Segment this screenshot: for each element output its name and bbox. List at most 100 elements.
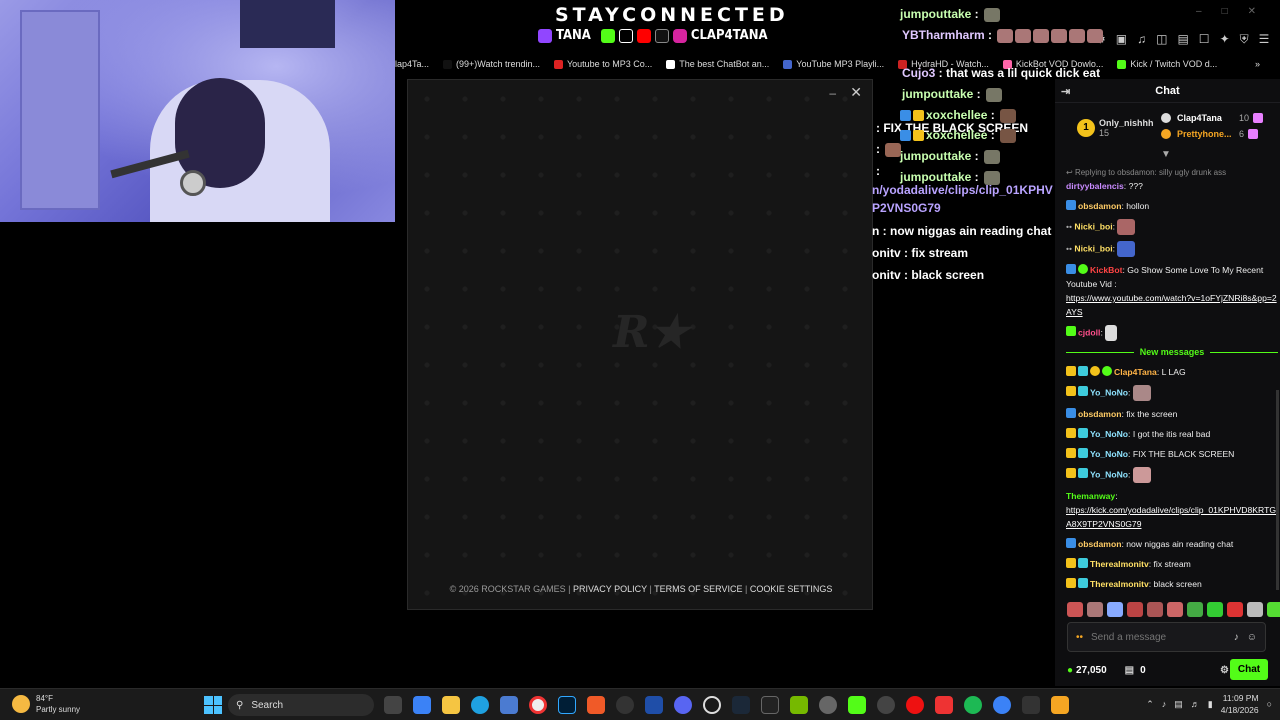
leaderboard-item[interactable]: Prettyhone... 6 [1161,129,1260,139]
gift-icon: ▤ [1124,664,1135,676]
emote-button[interactable] [1267,602,1280,617]
microphone-icon[interactable]: ♪ [1162,699,1167,709]
leader-count: 10 [1239,113,1250,123]
bookmark-item[interactable]: (99+)Watch trendin... [443,59,540,69]
chevron-up-icon[interactable]: ⌃ [1146,699,1154,710]
rockstar-launcher-icon[interactable] [1051,696,1069,714]
chat-input-box[interactable]: •• ♪ ☺ [1067,622,1266,652]
minimize-icon[interactable]: – [1196,6,1202,17]
photoshop-icon[interactable] [558,696,576,714]
battery-icon[interactable]: ▮ [1208,699,1213,710]
emote [1105,325,1118,341]
bookmark-item[interactable]: YouTube MP3 Playli... [783,59,884,69]
app-icon[interactable] [500,696,518,714]
opera-icon[interactable] [906,696,924,714]
taskbar: 84°F Partly sunny ⚲ Search ⌃ ♪ ▤ ♬ ▮ 11:… [0,688,1280,720]
taskbar-search[interactable]: ⚲ Search [228,694,374,716]
emote-button[interactable] [1227,602,1243,617]
music-icon[interactable]: ♫ [1137,32,1146,47]
sidebar-icon[interactable]: ◫ [1156,32,1167,47]
task-view-icon[interactable] [384,696,402,714]
shield-icon[interactable]: ⛨ [1240,32,1249,47]
bookmark-item[interactable]: Youtube to MP3 Co... [553,59,653,69]
emote-button[interactable] [1107,602,1123,617]
bookmark-item[interactable]: Kick / Twitch VOD d... [1117,59,1217,69]
discord-icon[interactable] [674,696,692,714]
chat-scrollbar[interactable] [1276,390,1279,590]
leader-name: Prettyhone... [1177,129,1232,139]
bookmarks-overflow-icon[interactable]: » [1255,59,1260,69]
bookmark-label: YouTube MP3 Playli... [796,59,885,69]
clock[interactable]: 11:09 PM 4/18/2026 [1221,692,1259,716]
edge-icon[interactable] [471,696,489,714]
close-icon[interactable]: ✕ [1248,6,1256,17]
weather-condition: Partly sunny [36,705,81,714]
terms-of-service-link[interactable]: TERMS OF SERVICE [654,584,742,594]
settings-icon[interactable]: ⚙ [1220,665,1229,676]
cookie-settings-link[interactable]: COOKIE SETTINGS [750,584,833,594]
rockstar-minimize-icon[interactable]: – [829,86,836,100]
emote-button[interactable] [1187,602,1203,617]
youtube-link[interactable]: https://www.youtube.com/watch?v=1oFYjZNR… [1066,293,1277,317]
chat-message: Clap4Tana: L LAG [1066,365,1278,379]
privacy-policy-link[interactable]: PRIVACY POLICY [573,584,647,594]
emote-button[interactable] [1067,602,1083,617]
maximize-icon[interactable]: □ [1222,6,1228,17]
emote-button[interactable] [1247,602,1263,617]
emote-button[interactable] [1167,602,1183,617]
emote-button[interactable] [1207,602,1223,617]
emoji-icon[interactable]: ☺ [1247,632,1257,643]
app-icon[interactable] [703,696,721,714]
leader-icon [1161,129,1171,139]
chat-message-input[interactable] [1091,631,1226,643]
nvidia-icon[interactable] [790,696,808,714]
obs-icon[interactable] [616,696,634,714]
app-icon[interactable] [993,696,1011,714]
bookmark-favicon-icon [1117,59,1127,69]
gift-count[interactable]: 0 [1140,665,1146,676]
4k-downloader-icon[interactable] [877,696,895,714]
kick-icon [600,28,615,43]
chat-message: Yo_NoNo: [1066,467,1278,483]
reader-icon[interactable]: ☐ [1199,32,1210,47]
overlay-chat-line: YBTharmharm : [902,28,1104,43]
notifications-icon[interactable]: ○ [1267,699,1272,709]
bookmark-item[interactable]: lap4Ta... [395,59,429,69]
weather-widget[interactable]: 84°F Partly sunny [12,693,80,715]
quick-emote-bar [1067,602,1280,617]
menu-icon[interactable]: ☰ [1259,32,1270,47]
rockstar-close-icon[interactable]: ✕ [850,84,862,101]
tab-search-icon[interactable]: ▣ [1116,32,1127,47]
steam-icon[interactable] [732,696,750,714]
emote-button[interactable] [1147,602,1163,617]
brave-icon[interactable] [587,696,605,714]
spotify-icon[interactable] [964,696,982,714]
wallet-icon[interactable]: ▤ [1177,32,1188,47]
start-button[interactable] [204,696,222,714]
collapse-chat-icon[interactable]: ⇥ [1061,85,1070,98]
bookmark-item[interactable]: The best ChatBot an... [666,59,769,69]
app-icon[interactable] [1022,696,1040,714]
settings-icon[interactable] [819,696,837,714]
bookmark-label: The best ChatBot an... [679,59,770,69]
bookmark-label: Youtube to MP3 Co... [566,59,653,69]
channel-points[interactable]: 27,050 [1076,665,1107,676]
top-gifter[interactable]: 1 Only_nishhh 15 [1077,118,1154,138]
volume-icon[interactable]: ♬ [1191,699,1200,709]
emote-button[interactable] [1087,602,1103,617]
epic-games-icon[interactable] [761,696,779,714]
app-icon[interactable] [935,696,953,714]
kick-app-icon[interactable] [848,696,866,714]
network-icon[interactable]: ▤ [1174,699,1183,710]
chrome-icon[interactable] [529,696,547,714]
send-chat-button[interactable]: Chat [1230,659,1268,680]
file-explorer-icon[interactable] [442,696,460,714]
app-icon[interactable] [645,696,663,714]
microphone-icon[interactable]: ♪ [1234,632,1239,643]
expand-leaderboard-icon[interactable]: ▼ [1161,149,1171,160]
leaderboard-item[interactable]: Clap4Tana 10 [1161,113,1265,123]
clip-link[interactable]: https://kick.com/yodadalive/clips/clip_0… [1066,505,1276,529]
emote-button[interactable] [1127,602,1143,617]
copilot-icon[interactable] [413,696,431,714]
sparkle-icon[interactable]: ✦ [1220,32,1230,47]
